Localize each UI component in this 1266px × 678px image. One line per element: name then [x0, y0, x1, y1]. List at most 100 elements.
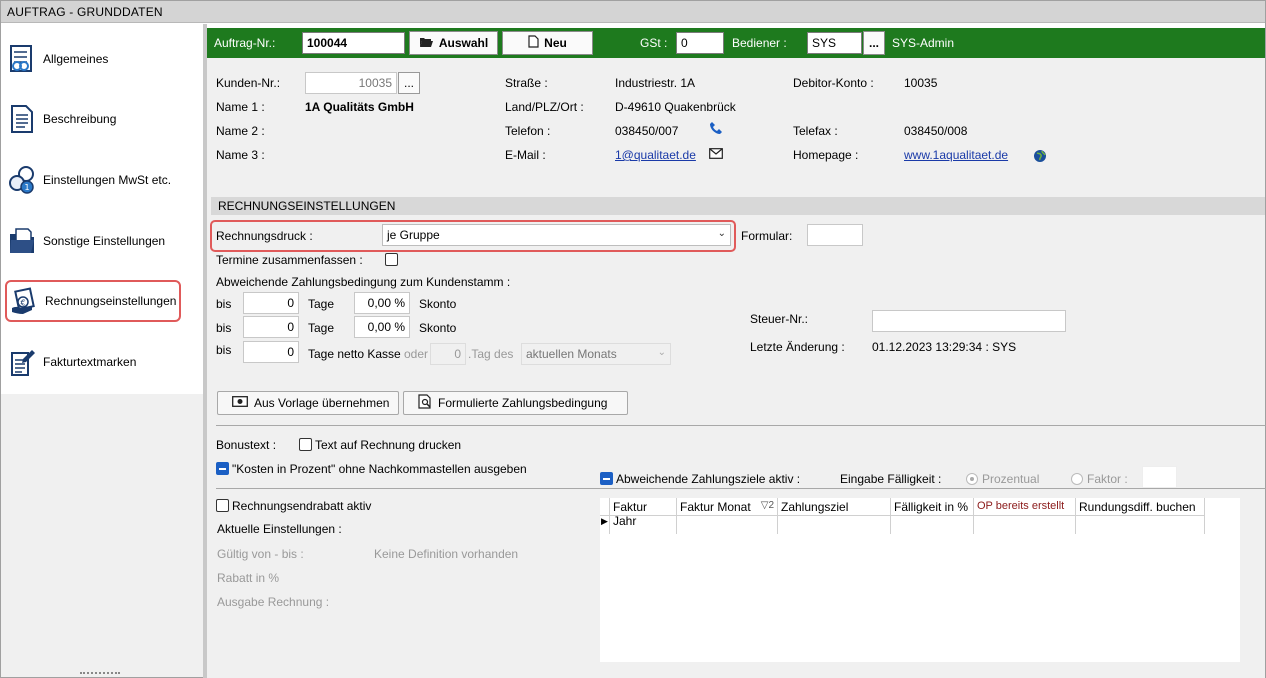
days-input[interactable]: 0 [243, 292, 299, 314]
gst-label: GSt : [640, 36, 668, 50]
sidebar-item-beschreibung[interactable]: Beschreibung [5, 98, 181, 140]
days-label: Tage [308, 321, 335, 335]
coins-gear-icon: 1 [7, 165, 37, 195]
separator [216, 425, 1266, 426]
sidebar-item-allgemeines[interactable]: Allgemeines [5, 38, 181, 80]
customer-number-label: Kunden-Nr.: [216, 76, 281, 90]
form-input[interactable] [807, 224, 863, 246]
bis-label: bis [216, 343, 232, 357]
document-search-icon [418, 394, 432, 412]
deviating-terms-label: Abweichende Zahlungsziele aktiv : [616, 472, 801, 486]
formulated-terms-label: Formulierte Zahlungsbedingung [438, 396, 608, 410]
select-order-label: Auswahl [438, 36, 489, 50]
days-input[interactable]: 0 [243, 316, 299, 338]
formulated-terms-button[interactable]: Formulierte Zahlungsbedingung [403, 391, 628, 415]
discount-pct-input[interactable]: 0,00 % [354, 292, 410, 314]
last-changed-label: Letzte Änderung : [750, 340, 845, 354]
column-header-target[interactable]: Zahlungsziel [778, 498, 891, 534]
tax-number-input[interactable] [872, 310, 1066, 332]
invoice-section-title: RECHNUNGSEINSTELLUNGEN [211, 197, 1265, 215]
valid-range-label: Gültig von - bis : [217, 547, 304, 561]
month-value: aktuellen Monats [526, 347, 617, 361]
debtor-value: 10035 [904, 76, 938, 90]
factor-input[interactable] [1142, 466, 1177, 488]
column-header-due-percent[interactable]: Fälligkeit in % [891, 498, 974, 534]
bonus-print-checkbox[interactable] [299, 438, 312, 451]
month-select[interactable]: aktuellen Monats ⌄ [521, 343, 671, 365]
tax-number-label: Steuer-Nr.: [750, 312, 809, 326]
street-value: Industriestr. 1A [615, 76, 696, 90]
net-days-label: Tage netto Kasse [308, 347, 401, 361]
bis-label: bis [216, 297, 232, 311]
folder-document-icon [7, 226, 37, 256]
order-number-input[interactable]: 100044 [302, 32, 405, 54]
column-header-op-created[interactable]: OP bereits erstellt [974, 498, 1076, 534]
discount-pct-input[interactable]: 0,00 % [354, 316, 410, 338]
due-factor-radio[interactable] [1071, 473, 1083, 485]
gst-input[interactable]: 0 [676, 32, 724, 54]
days-label: Tage [308, 297, 335, 311]
fax-value: 038450/008 [904, 124, 968, 138]
sidebar: Allgemeines Beschreibung 1 Einstellungen… [1, 24, 203, 677]
column-header-rounding[interactable]: Rundungsdiff. buchen [1076, 498, 1205, 534]
day-of-month-input[interactable]: 0 [430, 343, 466, 365]
customer-number-input[interactable]: 10035 [305, 72, 397, 94]
percent-costs-checkbox[interactable] [216, 462, 229, 475]
email-label: E-Mail : [505, 148, 546, 162]
invoice-output-label: Ausgabe Rechnung : [217, 595, 330, 609]
day-of-label: .Tag des [468, 347, 514, 361]
phone-icon[interactable] [709, 121, 723, 138]
column-header-month[interactable]: Faktur Monat ▽2 [677, 498, 778, 534]
deviating-terms-checkbox[interactable] [600, 472, 613, 485]
bonus-text-label: Bonustext : [216, 438, 277, 452]
invoice-print-select[interactable]: je Gruppe ⌄ [382, 224, 731, 246]
sidebar-item-rechnungseinstellungen[interactable]: € Rechnungseinstellungen [5, 280, 181, 322]
or-label: oder [404, 347, 429, 361]
operator-input[interactable]: SYS [807, 32, 862, 54]
end-discount-label: Rechnungsendrabatt aktiv [232, 499, 372, 513]
city-label: Land/PLZ/Ort : [505, 100, 584, 114]
grid-header-line [600, 515, 1205, 516]
bonus-print-label: Text auf Rechnung drucken [315, 438, 462, 452]
svg-text:1: 1 [25, 183, 30, 192]
column-header-year[interactable]: Faktur Jahr [610, 498, 677, 534]
homepage-label: Homepage : [793, 148, 859, 162]
email-link[interactable]: 1@qualitaet.de [615, 148, 696, 162]
new-order-label: Neu [544, 36, 567, 50]
new-order-button[interactable]: Neu [502, 31, 593, 55]
merge-dates-label: Termine zusammenfassen : [216, 253, 363, 267]
sidebar-item-sonstige[interactable]: Sonstige Einstellungen [5, 220, 181, 262]
order-header: Auftrag-Nr.: 100044 Auswahl Neu GSt : 0 … [207, 28, 1265, 58]
order-number-label: Auftrag-Nr.: [214, 36, 276, 50]
due-input-label: Eingabe Fälligkeit : [840, 472, 942, 486]
bis-label: bis [216, 321, 232, 335]
banknote-icon [232, 396, 248, 410]
merge-dates-checkbox[interactable] [385, 253, 398, 266]
homepage-link[interactable]: www.1aqualitaet.de [904, 148, 1008, 162]
select-order-button[interactable]: Auswahl [409, 31, 498, 55]
sidebar-item-fakturtextmarken[interactable]: Fakturtextmarken [5, 341, 181, 383]
sidebar-item-label: Fakturtextmarken [43, 355, 137, 369]
net-days-input[interactable]: 0 [243, 341, 299, 363]
edit-document-icon [7, 347, 37, 377]
operator-lookup-button[interactable]: ... [863, 31, 885, 55]
resize-grip[interactable] [80, 672, 120, 674]
end-discount-checkbox[interactable] [216, 499, 229, 512]
sidebar-item-label: Allgemeines [43, 52, 109, 66]
row-pointer-icon: ▶ [601, 516, 608, 526]
customer-lookup-button[interactable]: ... [398, 72, 420, 94]
invoice-print-value: je Gruppe [387, 228, 440, 242]
phone-value: 038450/007 [615, 124, 679, 138]
sidebar-item-mwst[interactable]: 1 Einstellungen MwSt etc. [5, 159, 181, 201]
percent-costs-label: "Kosten in Prozent" ohne Nachkommastelle… [232, 462, 527, 476]
payment-terms-grid[interactable]: ▶ Faktur Jahr Faktur Monat ▽2 Zahlungszi… [600, 498, 1240, 662]
globe-icon[interactable] [1033, 149, 1047, 166]
due-percent-radio[interactable] [966, 473, 978, 485]
template-button[interactable]: Aus Vorlage übernehmen [217, 391, 399, 415]
invoice-hand-icon: € [9, 286, 39, 316]
name3-label: Name 3 : [216, 148, 265, 162]
mail-icon[interactable] [709, 148, 723, 162]
no-definition-text: Keine Definition vorhanden [374, 547, 519, 561]
form-label: Formular: [741, 229, 793, 243]
svg-text:€: € [21, 299, 26, 308]
